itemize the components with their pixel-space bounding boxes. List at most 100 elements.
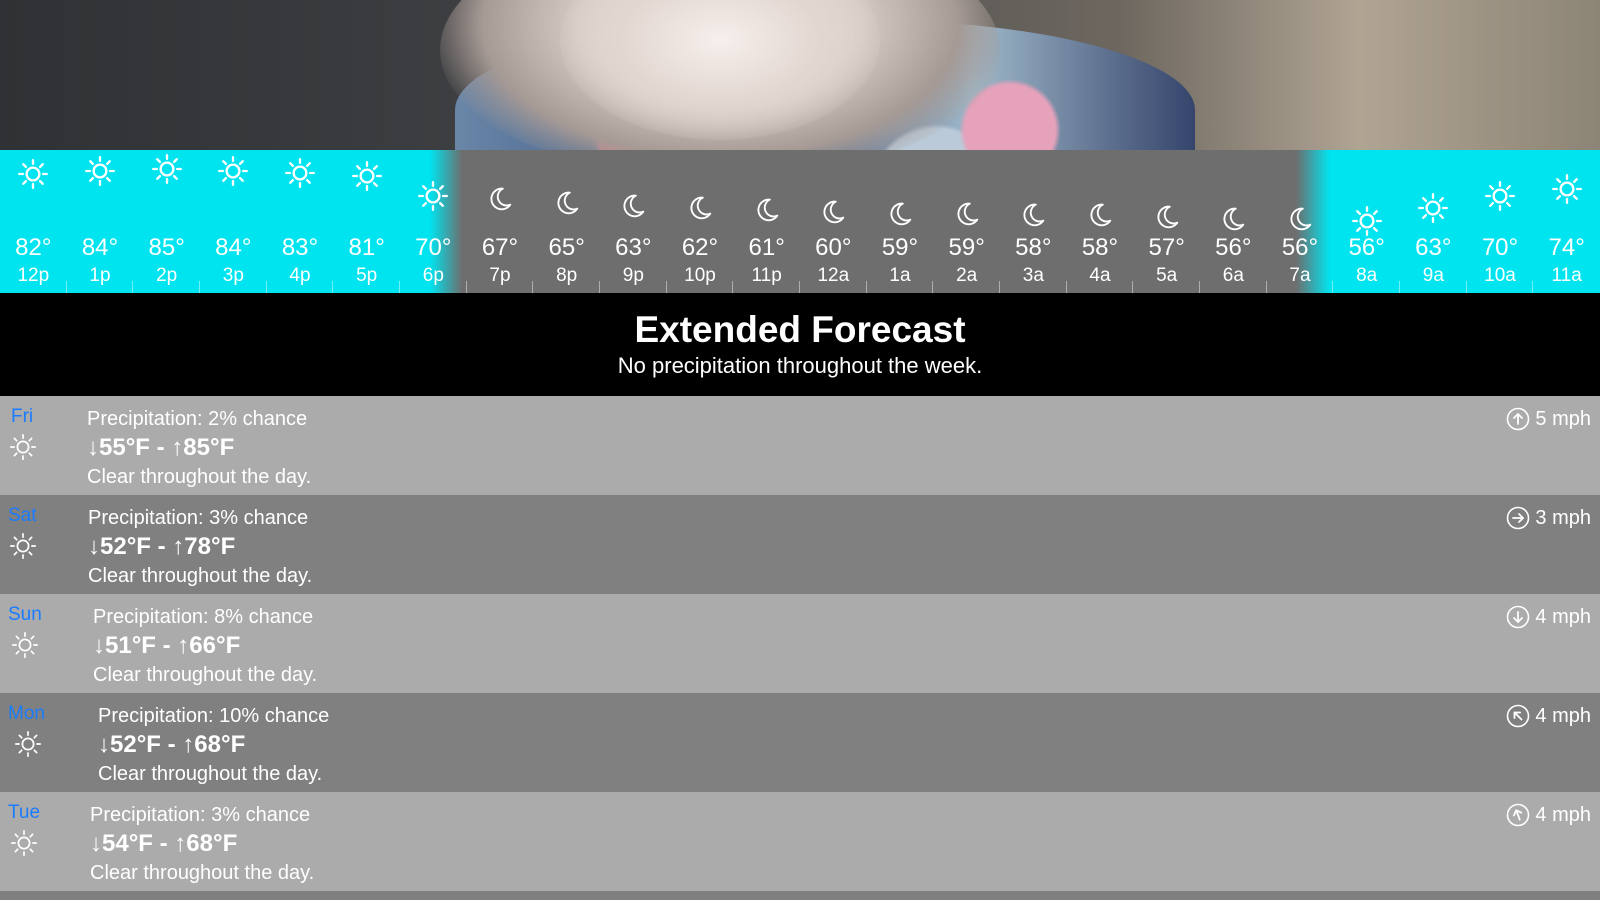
hour-temperature: 58° (1015, 234, 1052, 261)
moon-icon (550, 188, 584, 222)
extended-forecast-header: Extended Forecast No precipitation throu… (0, 293, 1600, 396)
day-temperature-range: ↓55°F - ↑85°F (87, 434, 235, 461)
day-wind: 4 mph (1506, 703, 1591, 729)
hour-item[interactable]: 59° 1a (867, 150, 934, 293)
hour-item[interactable]: 56° 7a (1267, 150, 1334, 293)
hour-time: 4p (289, 265, 311, 286)
hour-item[interactable]: 61° 11p (733, 150, 800, 293)
arrow-up-left-circle-icon (1506, 803, 1530, 827)
hour-temperature: 62° (681, 234, 719, 261)
day-temperature-range: ↓54°F - ↑68°F (90, 830, 238, 857)
hour-item[interactable]: 56° 8a (1333, 150, 1400, 293)
hour-time: 2p (156, 265, 178, 286)
extended-forecast-title: Extended Forecast (634, 309, 966, 350)
weather-app: 82° 12p 84° 1p 85° 2p 84° 3p 83° 4p 81° 5p 70° 6p 67° 7… (0, 0, 1600, 900)
day-precipitation: Precipitation: 2% chance (87, 408, 308, 430)
sun-icon (13, 729, 43, 759)
day-row[interactable]: Tue Precipitation: 3% chance ↓54°F - ↑68°F… (0, 792, 1600, 891)
arrow-right-circle-icon (1506, 506, 1530, 530)
moon-icon (1083, 200, 1117, 234)
hour-item[interactable]: 65° 8p (533, 150, 600, 293)
hour-item[interactable]: 82° 12p (0, 150, 67, 293)
hour-temperature: 85° (148, 234, 185, 261)
day-wind: 5 mph (1506, 406, 1591, 432)
sun-icon (283, 156, 317, 190)
hour-time: 6p (422, 265, 444, 286)
hour-time: 5a (1156, 265, 1178, 286)
hour-item[interactable]: 58° 4a (1067, 150, 1134, 293)
day-wind-speed: 3 mph (1535, 507, 1591, 529)
day-temperature-range: ↓52°F - ↑78°F (88, 533, 236, 560)
hour-time: 7p (489, 265, 511, 286)
extended-forecast-subtitle: No precipitation throughout the week. (617, 353, 983, 378)
arrow-up-circle-icon (1506, 407, 1530, 431)
hour-time: 1a (889, 265, 911, 286)
sun-icon (216, 154, 250, 188)
arrow-up-left-circle-icon (1506, 704, 1530, 728)
moon-icon (883, 199, 917, 233)
hour-temperature: 56° (1348, 234, 1385, 261)
hour-item[interactable]: 58° 3a (1000, 150, 1067, 293)
day-summary: Clear throughout the day. (93, 664, 318, 686)
sun-icon (1550, 172, 1584, 206)
moon-icon (1016, 200, 1050, 234)
day-summary: Clear throughout the day. (88, 565, 313, 587)
day-wind-speed: 5 mph (1535, 408, 1591, 430)
hour-temperature: 59° (881, 234, 919, 261)
hourly-forecast-strip[interactable]: 82° 12p 84° 1p 85° 2p 84° 3p 83° 4p 81° 5p 70° 6p 67° 7… (0, 150, 1600, 293)
hour-item[interactable]: 85° 2p (133, 150, 200, 293)
hour-item[interactable]: 60° 12a (800, 150, 867, 293)
hour-item[interactable]: 74° 11a (1533, 150, 1600, 293)
hour-temperature: 57° (1148, 234, 1185, 261)
hour-item[interactable]: 84° 1p (67, 150, 134, 293)
hour-temperature: 56° (1215, 234, 1252, 261)
hour-item[interactable]: 63° 9a (1400, 150, 1467, 293)
hour-item[interactable]: 81° 5p (333, 150, 400, 293)
day-name: Tue (8, 802, 41, 823)
hour-item[interactable]: 84° 3p (200, 150, 267, 293)
day-precipitation: Precipitation: 3% chance (88, 507, 309, 529)
hour-item[interactable]: 70° 6p (400, 150, 467, 293)
sun-icon (8, 531, 38, 561)
hour-temperature: 83° (281, 234, 319, 261)
day-name: Fri (11, 406, 34, 427)
hour-item[interactable]: 59° 2a (933, 150, 1000, 293)
day-temperature-range: ↓52°F - ↑68°F (98, 731, 246, 758)
sun-icon (8, 432, 38, 462)
day-row[interactable]: Mon Precipitation: 10% chance ↓52°F - ↑68°… (0, 693, 1600, 792)
moon-icon (950, 199, 984, 233)
day-wind: 4 mph (1506, 802, 1591, 828)
day-name: Mon (8, 703, 45, 724)
day-row[interactable]: Sat Precipitation: 3% chance ↓52°F - ↑78°F… (0, 495, 1600, 594)
day-precipitation: Precipitation: 8% chance (93, 606, 314, 628)
hour-temperature: 63° (615, 234, 652, 261)
hour-time: 3p (222, 265, 244, 286)
sun-icon (1350, 204, 1384, 238)
hour-item[interactable]: 70° 10a (1467, 150, 1534, 293)
hour-item[interactable]: 67° 7p (467, 150, 534, 293)
hour-time: 3a (1022, 265, 1044, 286)
hour-item[interactable]: 63° 9p (600, 150, 667, 293)
hour-temperature: 67° (481, 234, 519, 261)
day-name: Sun (8, 604, 42, 625)
hour-temperature: 70° (415, 234, 452, 261)
day-row[interactable]: Fri Precipitation: 2% chance ↓55°F - ↑85°F… (0, 396, 1600, 495)
day-wind-speed: 4 mph (1535, 606, 1591, 628)
daily-forecast-list: Fri Precipitation: 2% chance ↓55°F - ↑85°F… (0, 396, 1600, 891)
hour-item[interactable]: 56° 6a (1200, 150, 1267, 293)
arrow-down-circle-icon (1506, 605, 1530, 629)
hour-item[interactable]: 57° 5a (1133, 150, 1200, 293)
day-row[interactable]: Sun Precipitation: 8% chance ↓51°F - ↑66°F… (0, 594, 1600, 693)
sun-icon (83, 154, 117, 188)
day-wind-speed: 4 mph (1535, 804, 1591, 826)
moon-icon (616, 191, 650, 225)
hour-temperature: 84° (81, 234, 119, 261)
hour-time: 2a (956, 265, 978, 286)
sun-icon (10, 630, 40, 660)
hour-temperature: 60° (815, 234, 852, 261)
hour-time: 11p (751, 265, 782, 286)
hour-temperature: 56° (1281, 234, 1319, 261)
sun-icon (350, 159, 384, 193)
hour-item[interactable]: 83° 4p (267, 150, 334, 293)
hour-item[interactable]: 62° 10p (667, 150, 734, 293)
